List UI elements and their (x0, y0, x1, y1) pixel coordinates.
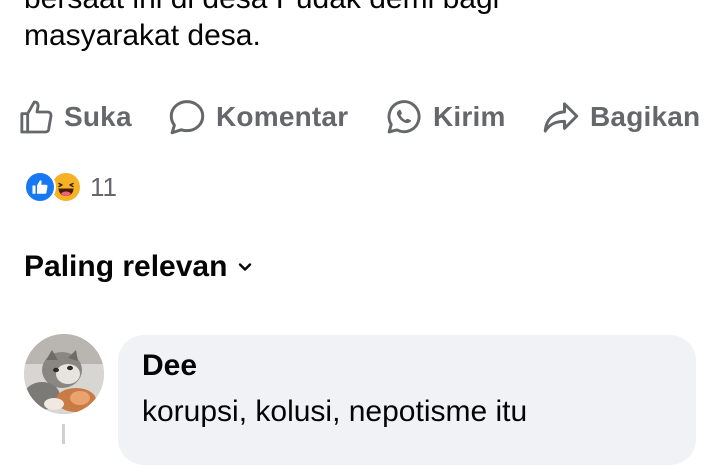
post-text-partial-line: bersaat ini di desa Pudak demi bagi (24, 0, 499, 17)
send-whatsapp-button[interactable]: Kirim (383, 92, 506, 142)
thumbs-up-icon (16, 97, 56, 137)
whatsapp-icon (383, 96, 425, 138)
cat-photo-avatar-image (24, 334, 104, 414)
comment-bubble-icon (166, 96, 208, 138)
comment-label: Komentar (216, 101, 349, 132)
reaction-summary[interactable]: 11 (24, 170, 117, 204)
thread-line (62, 424, 65, 444)
comment-sort-dropdown[interactable]: Paling relevan (24, 246, 253, 288)
like-label: Suka (64, 101, 132, 132)
comment-author[interactable]: Dee (142, 349, 197, 383)
sort-label: Paling relevan (24, 250, 228, 283)
share-button[interactable]: Bagikan (540, 92, 700, 142)
like-button[interactable]: Suka (16, 92, 132, 142)
reaction-count: 11 (90, 171, 117, 202)
post-text: masyarakat desa. (24, 19, 261, 52)
share-label: Bagikan (590, 101, 701, 132)
commenter-avatar[interactable] (24, 334, 104, 414)
chevron-down-icon (237, 259, 253, 275)
like-reaction-icon (24, 171, 56, 203)
comment-bubble: Dee korupsi, kolusi, nepotisme itu (118, 335, 696, 465)
send-label: Kirim (433, 101, 506, 132)
post-action-bar: Suka Komentar Kirim Bagikan (0, 92, 720, 142)
comment-button[interactable]: Komentar (166, 92, 348, 142)
comment-text: korupsi, kolusi, nepotisme itu (142, 395, 528, 428)
share-arrow-icon (540, 96, 582, 138)
